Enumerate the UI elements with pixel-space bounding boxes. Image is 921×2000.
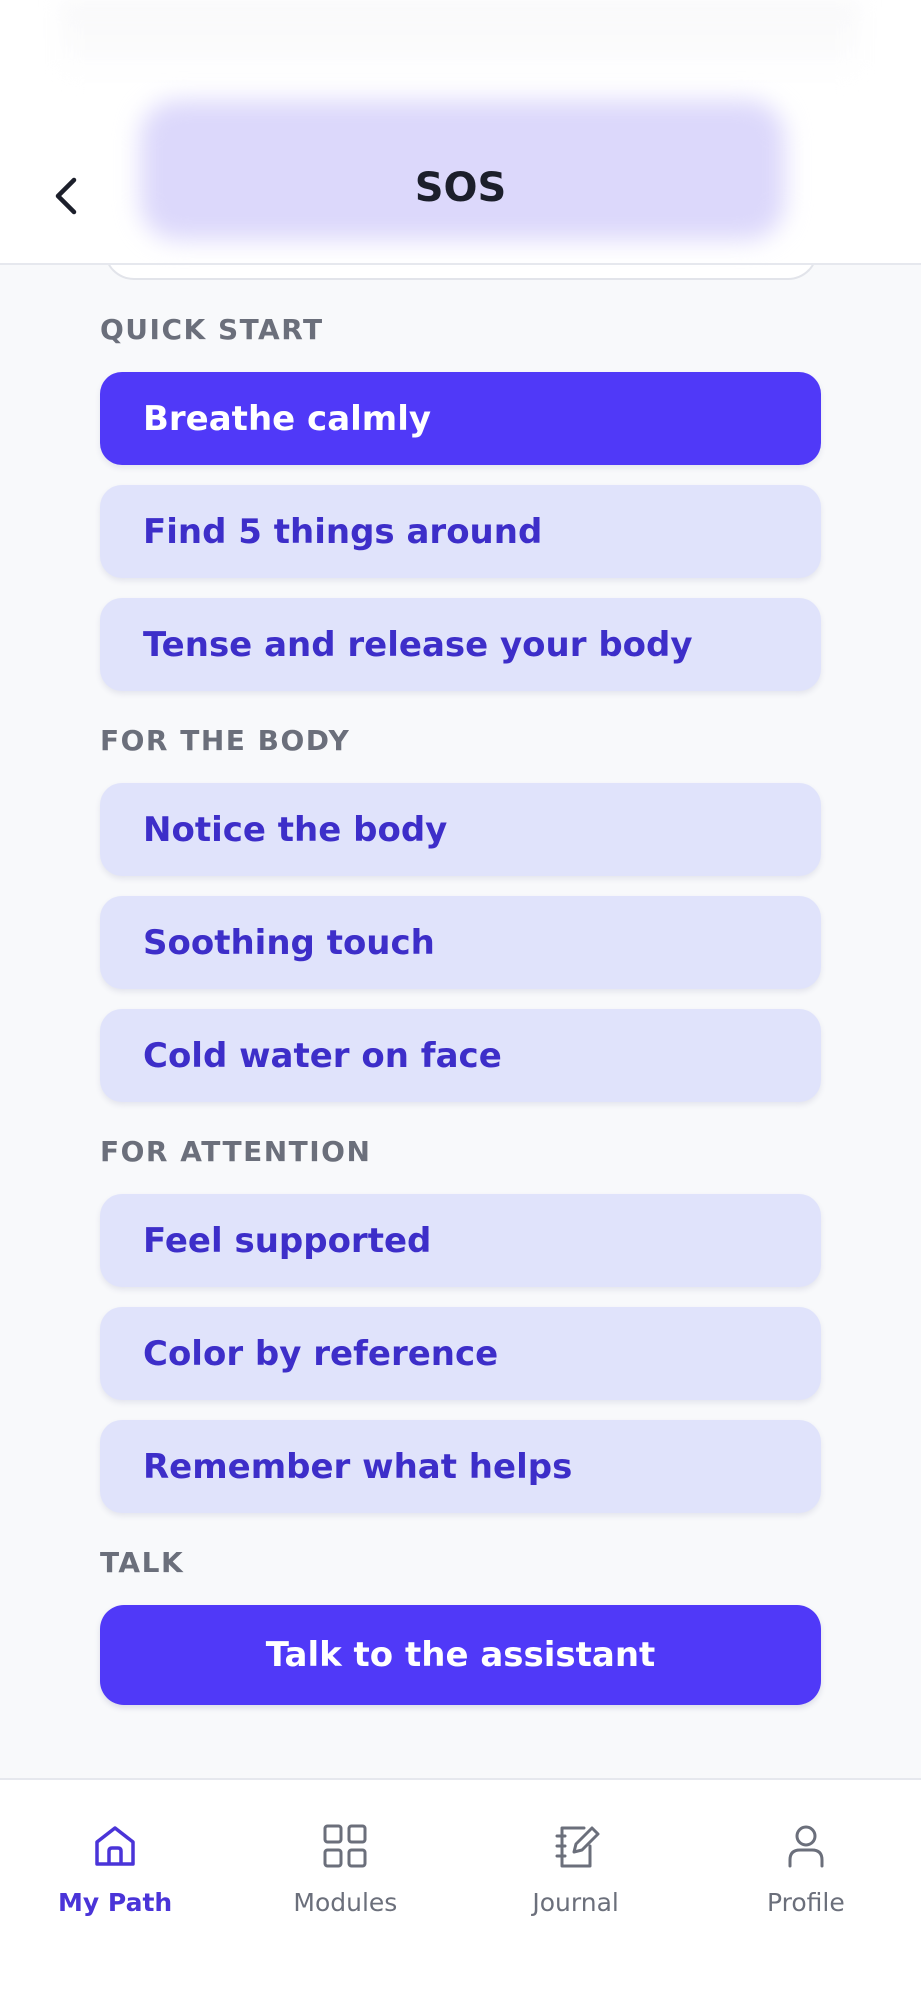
talk-to-assistant-button[interactable]: Talk to the assistant [100, 1605, 821, 1705]
nav-item-profile[interactable]: Profile [691, 1780, 921, 2000]
home-icon [95, 1826, 135, 1866]
nav-label-my-path: My Path [58, 1888, 173, 1917]
sos-screen: SOS QUICK START Breathe calmly Find 5 th… [0, 0, 921, 2000]
find-five-things-button[interactable]: Find 5 things around [100, 485, 821, 578]
grid-icon [323, 1824, 367, 1868]
feel-supported-button[interactable]: Feel supported [100, 1194, 821, 1287]
nav-item-modules[interactable]: Modules [230, 1780, 460, 2000]
sos-content: QUICK START Breathe calmly Find 5 things… [100, 310, 821, 1705]
section-label-talk: TALK [100, 1546, 185, 1579]
section-label-for-the-body: FOR THE BODY [100, 724, 351, 757]
soothing-touch-button[interactable]: Soothing touch [100, 896, 821, 989]
section-label-quick-start: QUICK START [100, 313, 324, 346]
remember-helps-button[interactable]: Remember what helps [100, 1420, 821, 1513]
bottom-navigation: My Path Modules Journal Profile [0, 1778, 921, 2000]
notice-body-button[interactable]: Notice the body [100, 783, 821, 876]
blurred-status-area [60, 0, 860, 82]
nav-item-my-path[interactable]: My Path [0, 1780, 230, 2000]
color-by-reference-button[interactable]: Color by reference [100, 1307, 821, 1400]
nav-label-journal: Journal [532, 1888, 619, 1917]
cold-water-button[interactable]: Cold water on face [100, 1009, 821, 1102]
profile-icon [788, 1825, 824, 1868]
page-title: SOS [414, 165, 507, 211]
section-label-for-attention: FOR ATTENTION [100, 1135, 372, 1168]
breathe-calmly-button[interactable]: Breathe calmly [100, 372, 821, 465]
journal-icon [555, 1826, 600, 1868]
nav-item-journal[interactable]: Journal [461, 1780, 691, 2000]
nav-label-modules: Modules [293, 1888, 398, 1917]
top-app-bar: SOS [0, 0, 921, 265]
tense-release-button[interactable]: Tense and release your body [100, 598, 821, 691]
nav-label-profile: Profile [767, 1888, 845, 1917]
